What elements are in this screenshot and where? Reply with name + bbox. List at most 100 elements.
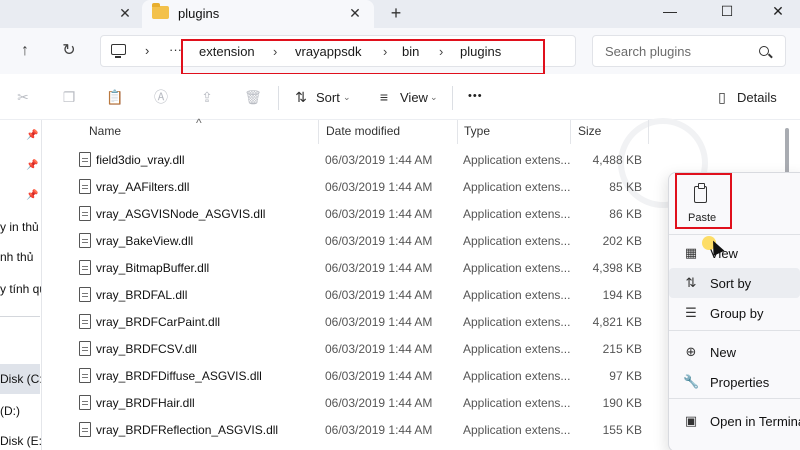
sort-button[interactable]: Sort: [316, 90, 340, 105]
refresh-icon[interactable]: ↻: [58, 40, 80, 62]
context-menu-item[interactable]: ▦ View: [669, 238, 800, 268]
context-menu-item[interactable]: ⊕ New: [669, 337, 800, 367]
breadcrumb-extension[interactable]: extension: [199, 44, 255, 59]
file-size: 4,821 KB: [592, 315, 642, 329]
file-name: vray_BRDFDiffuse_ASGVIS.dll: [96, 369, 262, 383]
file-name: vray_BitmapBuffer.dll: [96, 261, 210, 275]
new-icon: ⊕: [685, 344, 697, 359]
share-icon[interactable]: ⇪: [198, 88, 216, 106]
view-icon: ▦: [684, 245, 698, 260]
file-row[interactable]: vray_BRDFCarPaint.dll 06/03/2019 1:44 AM A…: [60, 309, 660, 336]
window-close-icon[interactable]: ✕: [756, 0, 800, 24]
sort-icon[interactable]: ⇅: [292, 88, 310, 106]
properties-icon: 🔧: [683, 374, 700, 389]
view-button[interactable]: View: [400, 90, 428, 105]
new-tab-icon[interactable]: +: [386, 3, 406, 23]
chevron-right-icon[interactable]: ›: [145, 43, 149, 58]
pin-icon[interactable]: 📌: [26, 130, 38, 141]
file-date: 06/03/2019 1:44 AM: [325, 153, 433, 167]
close-icon[interactable]: ✕: [346, 4, 364, 22]
menu-item-label: Properties: [710, 375, 770, 390]
address-bar[interactable]: › ··· extension › vrayappsdk › bin › plu…: [100, 35, 576, 75]
breadcrumb-bin[interactable]: bin: [402, 44, 419, 59]
chevron-right-icon[interactable]: ›: [439, 44, 443, 59]
file-name: field3dio_vray.dll: [96, 153, 185, 167]
column-divider[interactable]: [648, 120, 649, 144]
column-header-size[interactable]: Size: [578, 124, 601, 138]
file-date: 06/03/2019 1:44 AM: [325, 315, 433, 329]
chevron-down-icon[interactable]: ⌄: [343, 92, 351, 103]
file-row[interactable]: vray_BitmapBuffer.dll 06/03/2019 1:44 AM A…: [60, 255, 660, 282]
search-icon: [759, 46, 769, 56]
more-options-button[interactable]: •••: [468, 90, 483, 102]
sidebar-item-disk-e[interactable]: Disk (E:): [0, 434, 41, 448]
file-date: 06/03/2019 1:44 AM: [325, 423, 433, 437]
context-menu-item[interactable]: ⇅ Sort by: [669, 268, 800, 298]
file-row[interactable]: vray_BRDFDiffuse_ASGVIS.dll 06/03/2019 1:…: [60, 363, 660, 390]
file-row[interactable]: vray_BRDFReflection_ASGVIS.dll 06/03/2019…: [60, 417, 660, 444]
details-button[interactable]: Details: [737, 90, 777, 105]
details-pane-icon[interactable]: ▯: [713, 88, 731, 106]
dll-file-icon: [79, 206, 91, 221]
close-icon[interactable]: ✕: [116, 4, 134, 22]
column-header-row: ^ Name Date modified Type Size: [60, 116, 660, 144]
vertical-scrollbar[interactable]: [785, 128, 789, 174]
command-bar: ✂ ❐ 📋 Ⓐ ⇪ 🗑 ⇅ Sort ⌄ ≡ View ⌄ ••• ▯ Deta…: [0, 74, 800, 120]
chevron-down-icon[interactable]: ⌄: [430, 92, 438, 103]
file-row[interactable]: field3dio_vray.dll 06/03/2019 1:44 AM Appl…: [60, 147, 660, 174]
file-row[interactable]: vray_BRDFCSV.dll 06/03/2019 1:44 AM Applic…: [60, 336, 660, 363]
sidebar-item[interactable]: nh thủ: [0, 250, 33, 264]
maximize-icon[interactable]: ☐: [705, 0, 749, 24]
up-arrow-icon[interactable]: ↑: [14, 40, 36, 62]
file-row[interactable]: vray_BRDFAL.dll 06/03/2019 1:44 AM Applica…: [60, 282, 660, 309]
sidebar-item-disk-d[interactable]: (D:): [0, 404, 20, 418]
file-name: vray_BRDFCSV.dll: [96, 342, 197, 356]
rename-icon[interactable]: Ⓐ: [152, 88, 170, 106]
chevron-right-icon[interactable]: ›: [273, 44, 277, 59]
breadcrumb-vrayappsdk[interactable]: vrayappsdk: [295, 44, 361, 59]
this-pc-icon: [111, 44, 126, 58]
sidebar-item[interactable]: y tính qu: [0, 282, 41, 296]
breadcrumb-plugins[interactable]: plugins: [460, 44, 501, 59]
menu-separator: [669, 234, 800, 235]
toolbar-divider: [452, 86, 453, 110]
view-icon[interactable]: ≡: [375, 88, 393, 106]
pin-icon[interactable]: 📌: [26, 190, 38, 201]
context-menu-item[interactable]: ▣ Open in Terminal: [669, 406, 800, 436]
column-divider[interactable]: [318, 120, 319, 144]
sidebar-item-disk-c[interactable]: Disk (C:): [0, 372, 41, 386]
dll-file-icon: [79, 422, 91, 437]
search-box[interactable]: Search plugins: [592, 35, 786, 67]
sidebar-divider: [0, 316, 40, 317]
tab-title: plugins: [178, 6, 220, 21]
chevron-right-icon[interactable]: ›: [383, 44, 387, 59]
copy-icon[interactable]: ❐: [60, 88, 78, 106]
file-date: 06/03/2019 1:44 AM: [325, 369, 433, 383]
file-name: vray_BRDFAL.dll: [96, 288, 188, 302]
file-type: Application extens...: [463, 261, 571, 275]
context-menu-item[interactable]: ☰ Group by: [669, 298, 800, 328]
delete-icon[interactable]: 🗑: [244, 88, 262, 106]
sidebar-item[interactable]: y in thủ c: [0, 220, 41, 234]
file-row[interactable]: vray_AAFilters.dll 06/03/2019 1:44 AM Appl…: [60, 174, 660, 201]
minimize-icon[interactable]: —: [648, 0, 692, 24]
column-divider[interactable]: [457, 120, 458, 144]
context-menu-item[interactable]: 🔧 Properties: [669, 367, 800, 397]
file-row[interactable]: vray_BRDFHair.dll 06/03/2019 1:44 AM Appli…: [60, 390, 660, 417]
file-row[interactable]: vray_ASGVISNode_ASGVIS.dll 06/03/2019 1:4…: [60, 201, 660, 228]
file-date: 06/03/2019 1:44 AM: [325, 396, 433, 410]
file-date: 06/03/2019 1:44 AM: [325, 342, 433, 356]
paste-icon[interactable]: 📋: [106, 88, 124, 106]
pin-icon[interactable]: 📌: [26, 160, 38, 171]
file-list: ^ Name Date modified Type Size field3dio…: [60, 116, 660, 450]
file-type: Application extens...: [463, 234, 571, 248]
file-type: Application extens...: [463, 342, 571, 356]
tab-plugins[interactable]: plugins ✕: [142, 0, 374, 28]
file-name: vray_BRDFHair.dll: [96, 396, 195, 410]
column-header-date[interactable]: Date modified: [326, 124, 400, 138]
column-header-type[interactable]: Type: [464, 124, 490, 138]
column-header-name[interactable]: Name: [89, 124, 121, 138]
file-row[interactable]: vray_BakeView.dll 06/03/2019 1:44 AM Appli…: [60, 228, 660, 255]
column-divider[interactable]: [570, 120, 571, 144]
cut-icon[interactable]: ✂: [14, 88, 32, 106]
